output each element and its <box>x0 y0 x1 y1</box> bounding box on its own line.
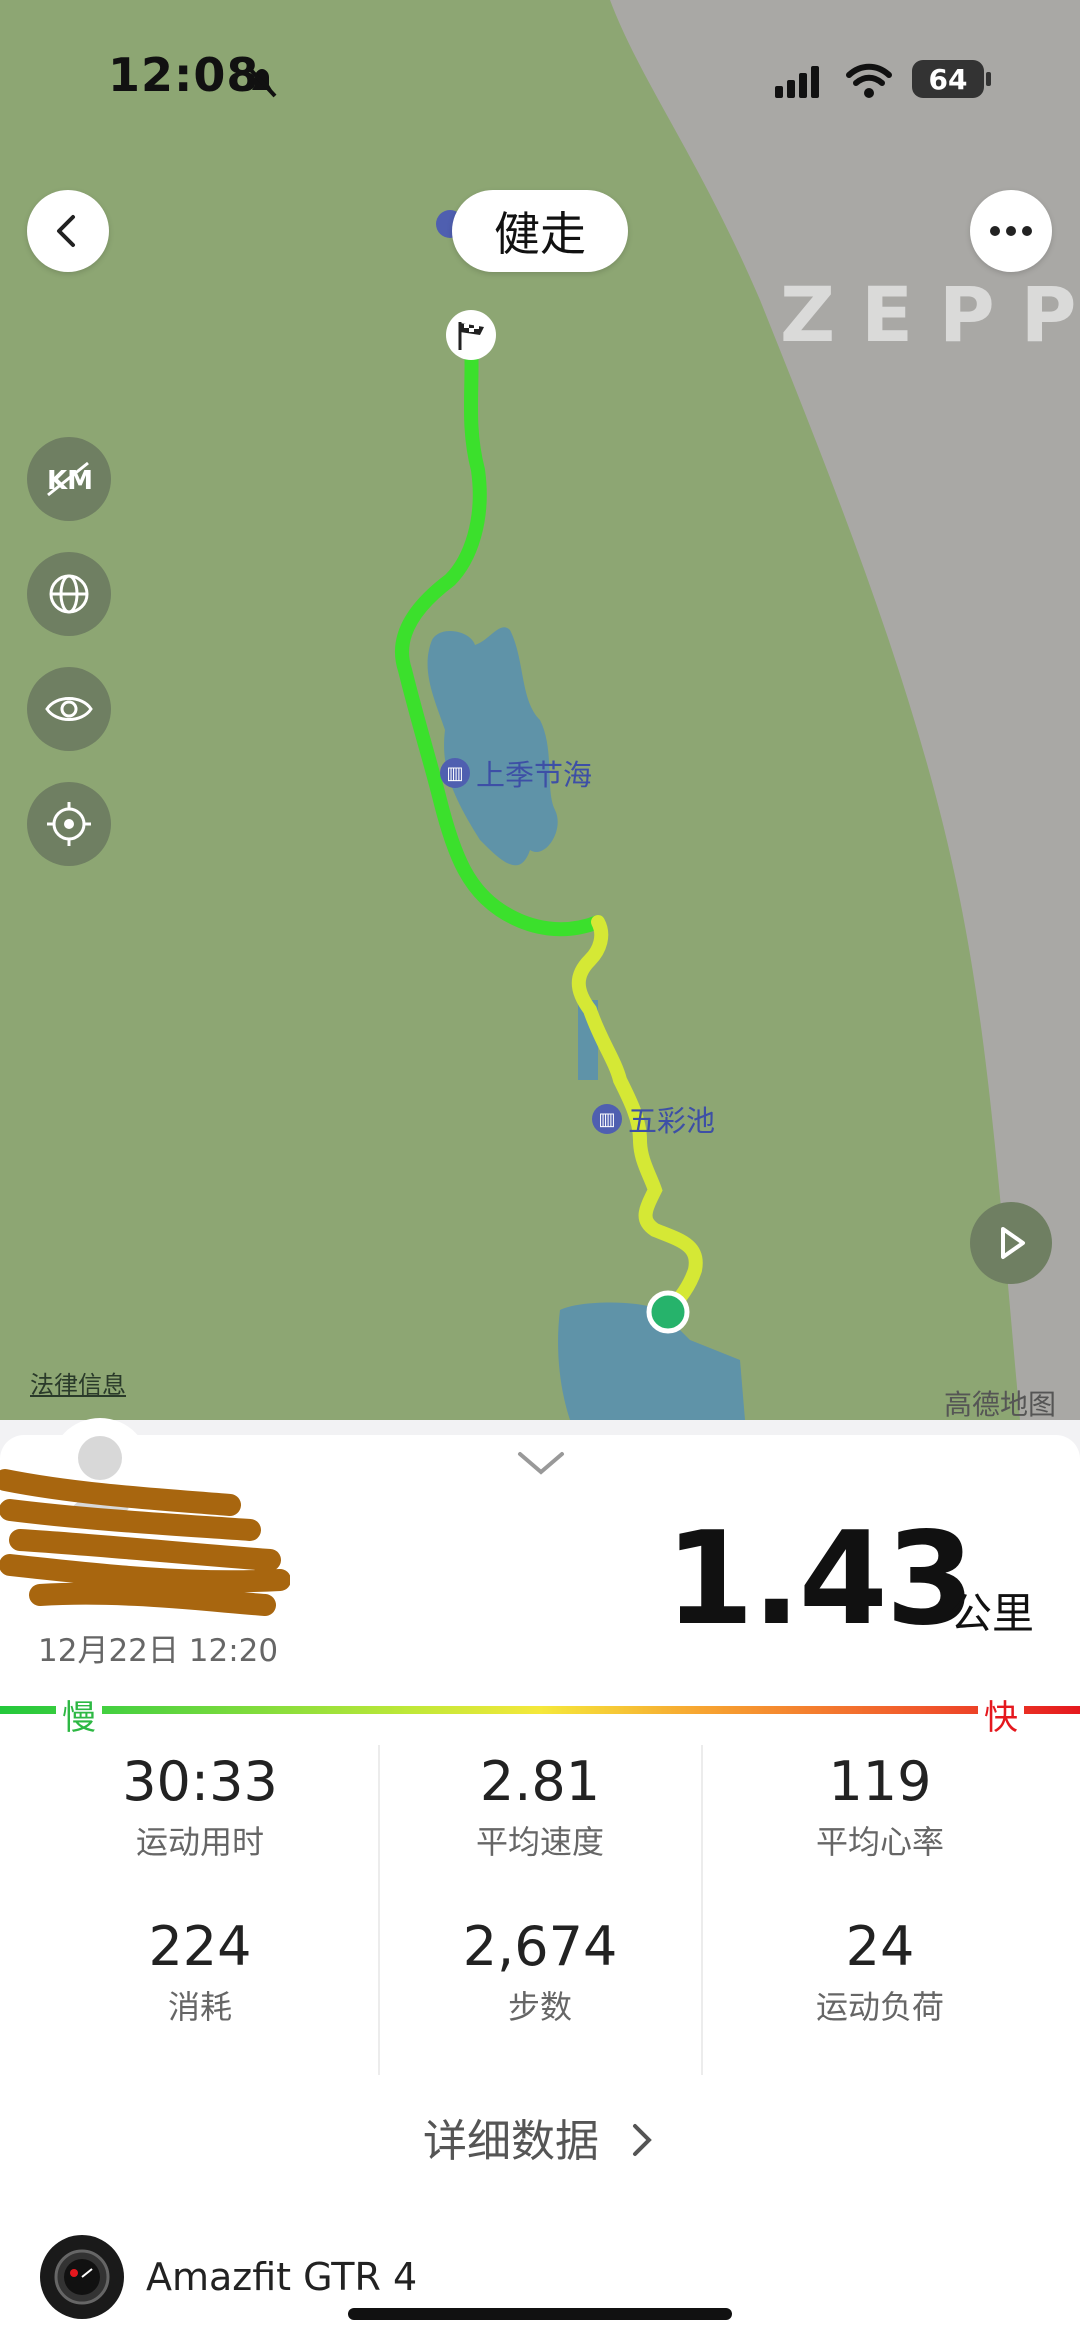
device-row[interactable]: Amazfit GTR 4 <box>40 2235 417 2319</box>
mute-bell-icon <box>247 66 277 98</box>
wifi-icon <box>846 63 892 98</box>
replay-button[interactable] <box>970 1202 1052 1284</box>
stat-label: 平均心率 <box>815 1823 944 1861</box>
landmark-icon: ▥ <box>592 1104 622 1134</box>
stat-avg-speed: 2.81 平均速度 <box>360 1750 720 1863</box>
speed-fast-label: 快 <box>978 1690 1024 1739</box>
activity-type-pill: 健走 <box>452 190 628 272</box>
visibility-button[interactable] <box>27 667 111 751</box>
chevron-down-icon[interactable] <box>516 1448 566 1478</box>
finish-flag-marker <box>446 310 496 360</box>
legal-info-link[interactable]: 法律信息 <box>30 1365 126 1400</box>
redacted-username <box>0 1469 290 1616</box>
globe-icon <box>49 574 89 614</box>
map-layer-button[interactable] <box>27 552 111 636</box>
status-bar: 12:08 64 <box>0 0 1080 150</box>
device-name: Amazfit GTR 4 <box>146 2255 418 2299</box>
poi-label-lake-upper: ▥ 上季节海 <box>440 752 592 794</box>
stat-duration: 30:33 运动用时 <box>20 1750 380 1863</box>
stat-value: 24 <box>845 1915 915 1978</box>
battery-level: 64 <box>928 62 968 96</box>
poi-name: 五彩池 <box>628 1104 716 1138</box>
chevron-left-icon <box>57 215 75 247</box>
play-icon <box>1001 1227 1025 1259</box>
stat-value: 119 <box>828 1750 932 1813</box>
stat-calories: 224 消耗 <box>20 1915 380 2028</box>
checkered-flag-icon <box>458 322 484 350</box>
stat-value: 2,674 <box>462 1915 618 1978</box>
stat-label: 消耗 <box>167 1988 232 2026</box>
eye-icon <box>45 697 93 721</box>
speed-slow-label: 慢 <box>56 1690 102 1739</box>
more-dots-icon <box>990 226 1032 236</box>
home-indicator[interactable] <box>348 2308 732 2320</box>
chevron-right-icon <box>633 2124 652 2156</box>
stat-value: 2.81 <box>479 1750 601 1813</box>
distance-unit: 公里 <box>950 1589 1035 1638</box>
zepp-watermark: ZEPP <box>780 270 1080 359</box>
km-toggle-icon: KM <box>47 461 93 497</box>
landmark-icon: ▥ <box>440 758 470 788</box>
cellular-signal-icon <box>775 66 819 98</box>
stat-steps: 2,674 步数 <box>360 1915 720 2028</box>
stat-label: 步数 <box>507 1988 572 2026</box>
stat-value: 30:33 <box>122 1750 278 1813</box>
watch-icon <box>40 2235 124 2319</box>
locate-button[interactable] <box>27 782 111 866</box>
workout-datetime: 12月22日 12:20 <box>38 1633 279 1669</box>
stat-label: 运动负荷 <box>815 1988 944 2026</box>
stat-training-load: 24 运动负荷 <box>700 1915 1060 2028</box>
distance-value: 1.43 <box>665 1505 975 1654</box>
detail-data-link[interactable]: 详细数据 <box>0 2105 1080 2169</box>
km-toggle-button[interactable]: KM <box>27 437 111 521</box>
route-map[interactable]: 12:08 64 健走 ZEPP KM ▥ 上季节海 ▥ 五彩池 法律信息 高德… <box>0 0 1080 1420</box>
start-point-marker <box>646 1290 690 1334</box>
stat-label: 运动用时 <box>135 1823 264 1861</box>
stat-avg-heart-rate: 119 平均心率 <box>700 1750 1060 1863</box>
battery-tip <box>986 72 991 86</box>
poi-label-wucaichi: ▥ 五彩池 <box>592 1098 715 1140</box>
stat-value: 224 <box>148 1915 252 1978</box>
detail-data-label: 详细数据 <box>423 2116 599 2167</box>
poi-name: 上季节海 <box>476 758 593 792</box>
more-button[interactable] <box>970 190 1052 272</box>
speed-gradient-bar <box>0 1706 1080 1714</box>
status-time: 12:08 <box>108 48 260 102</box>
battery-icon: 64 <box>912 60 984 98</box>
stat-label: 平均速度 <box>475 1823 604 1861</box>
locate-icon <box>47 802 91 846</box>
map-provider-label: 高德地图 <box>944 1388 1057 1420</box>
back-button[interactable] <box>27 190 109 272</box>
